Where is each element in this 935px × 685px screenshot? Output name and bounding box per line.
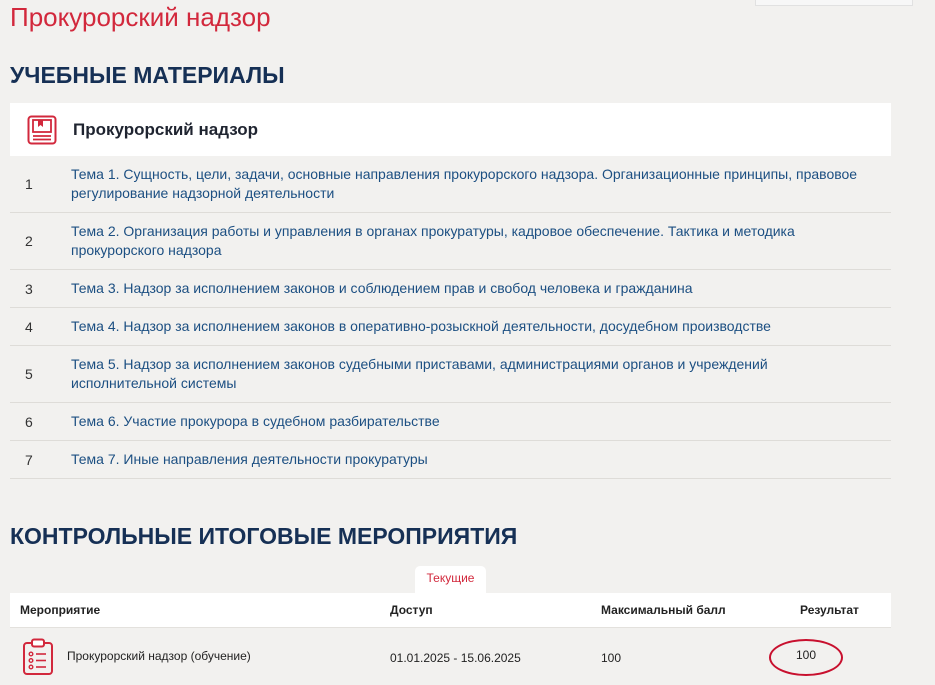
topic-number: 2	[25, 233, 33, 249]
events-table: Мероприятие Доступ Максимальный балл Рез…	[10, 593, 891, 685]
topic-number: 4	[25, 318, 33, 335]
topic-number: 7	[25, 451, 33, 468]
top-scroll-strip	[755, 0, 913, 6]
header-max-score: Максимальный балл	[601, 603, 726, 617]
header-event: Мероприятие	[20, 603, 101, 617]
tab-current[interactable]: Текущие	[415, 566, 486, 593]
topic-row: 4 Тема 4. Надзор за исполнением законов …	[10, 308, 891, 346]
topic-link-3[interactable]: Тема 3. Надзор за исполнением законов и …	[71, 279, 891, 298]
clipboard-icon	[23, 638, 53, 675]
topic-row: 3 Тема 3. Надзор за исполнением законов …	[10, 270, 891, 308]
topic-number: 5	[25, 366, 33, 382]
page-title: Прокурорский надзор	[10, 2, 271, 32]
topics-list: 1 Тема 1. Сущность, цели, задачи, основн…	[10, 156, 891, 479]
course-card: Прокурорский надзор	[10, 103, 891, 156]
topic-row: 2 Тема 2. Организация работы и управлени…	[10, 213, 891, 270]
materials-section-title: УЧЕБНЫЕ МАТЕРИАЛЫ	[10, 62, 285, 88]
topic-number: 6	[25, 413, 33, 430]
event-name[interactable]: Прокурорский надзор (обучение)	[67, 649, 251, 663]
topic-row: 1 Тема 1. Сущность, цели, задачи, основн…	[10, 156, 891, 213]
header-access: Доступ	[390, 603, 433, 617]
topic-link-5[interactable]: Тема 5. Надзор за исполнением законов су…	[71, 355, 891, 393]
events-table-header: Мероприятие Доступ Максимальный балл Рез…	[10, 593, 891, 628]
event-access: 01.01.2025 - 15.06.2025	[390, 651, 521, 665]
topic-row: 7 Тема 7. Иные направления деятельности …	[10, 441, 891, 479]
topic-link-2[interactable]: Тема 2. Организация работы и управления …	[71, 222, 891, 260]
topic-link-1[interactable]: Тема 1. Сущность, цели, задачи, основные…	[71, 165, 891, 203]
topic-link-6[interactable]: Тема 6. Участие прокурора в судебном раз…	[71, 412, 891, 431]
topic-link-7[interactable]: Тема 7. Иные направления деятельности пр…	[71, 450, 891, 469]
topic-row: 6 Тема 6. Участие прокурора в судебном р…	[10, 403, 891, 441]
topic-number: 3	[25, 280, 33, 297]
result-highlight-oval	[769, 639, 843, 676]
topic-link-4[interactable]: Тема 4. Надзор за исполнением законов в …	[71, 317, 891, 336]
course-name: Прокурорский надзор	[73, 119, 258, 139]
header-result: Результат	[800, 603, 859, 617]
topic-number: 1	[25, 176, 33, 192]
book-icon	[27, 115, 57, 144]
topic-row: 5 Тема 5. Надзор за исполнением законов …	[10, 346, 891, 403]
table-row[interactable]: Прокурорский надзор (обучение) 01.01.202…	[10, 628, 891, 685]
events-section-title: КОНТРОЛЬНЫЕ ИТОГОВЫЕ МЕРОПРИЯТИЯ	[10, 523, 518, 549]
event-max-score: 100	[601, 651, 622, 665]
